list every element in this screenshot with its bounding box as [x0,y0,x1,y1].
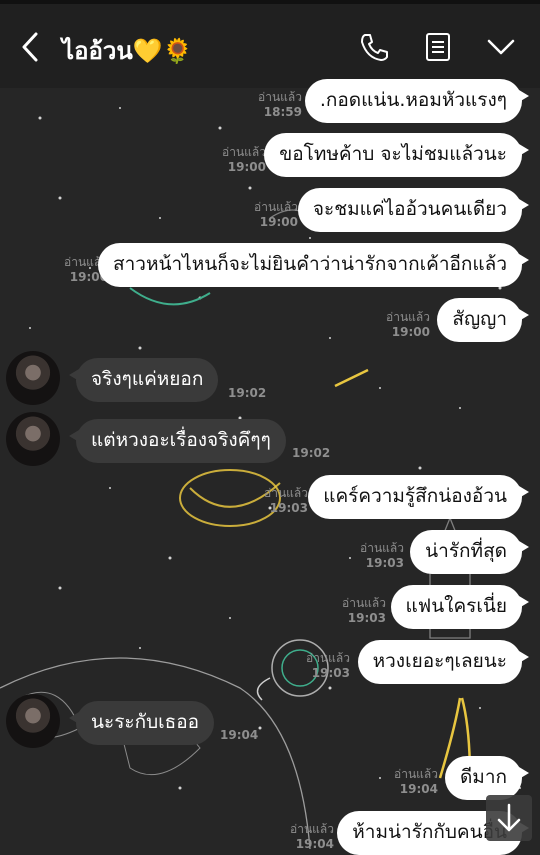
message-meta: อ่านแล้ว 19:00 [222,145,266,174]
message-meta: อ่านแล้ว 18:59 [258,90,302,119]
message-meta: อ่านแล้ว 19:03 [360,541,404,570]
message-bubble[interactable]: แฟนใครเนี่ย [390,585,529,629]
message-bubble[interactable]: นะระกับเธออ [68,701,215,745]
message-meta: 19:02 [292,446,331,460]
message-bubble[interactable]: น่ารักที่สุด [410,530,529,574]
message-meta: 19:04 [220,728,259,742]
message-bubble[interactable]: .กอดแน่น.หอมหัวแรงๆ [304,79,530,123]
chat-title: ไออ้วน💛🌻 [62,37,193,65]
message-meta: อ่านแล้ว 19:03 [264,486,308,515]
message-meta: อ่านแล้ว 19:03 [342,596,386,625]
message-meta: อ่านแล้ว 19:04 [394,767,438,796]
contact-avatar[interactable] [6,412,60,466]
message-list[interactable]: อ่านแล้ว 18:59 .กอดแน่น.หอมหัวแรงๆ อ่านแล… [0,79,540,855]
message-meta: อ่านแล้ว 19:04 [290,822,334,851]
message-bubble[interactable]: จริงๆแค่หยอก [68,358,219,402]
message-meta: อ่านแล้ว 19:00 [386,310,430,339]
message-bubble[interactable]: สาวหน้าไหนก็จะไม่ยินคำว่าน่ารักจากเค้าอี… [98,243,529,287]
message-bubble[interactable]: ขอโทษค้าบ จะไม่ชมแล้วนะ [264,133,529,177]
message-bubble[interactable]: แต่หวงอะเรื่องจริงคึๆๆ [69,419,286,463]
contact-avatar[interactable] [6,351,60,405]
message-bubble[interactable]: ดีมาก [444,756,530,800]
message-bubble[interactable]: แคร์ความรู้สึกน่องอ้วน [308,475,529,519]
phone-icon[interactable] [357,30,391,64]
message-meta: อ่านแล้ว 19:03 [306,651,350,680]
chevron-down-icon[interactable] [484,30,518,64]
message-bubble[interactable]: จะชมแค่ไออ้วนคนเดียว [297,188,530,232]
chat-header: ไออ้วน💛🌻 [0,0,540,88]
message-bubble[interactable]: สัญญา [437,298,529,342]
arrow-down-icon[interactable] [486,795,532,841]
notes-icon[interactable] [421,30,455,64]
contact-avatar[interactable] [6,694,60,748]
message-bubble[interactable]: หวงเยอะๆเลยนะ [357,640,530,684]
message-meta: 19:02 [228,386,267,400]
chevron-left-icon[interactable] [16,30,46,64]
message-meta: อ่านแล้ว 19:00 [254,200,298,229]
